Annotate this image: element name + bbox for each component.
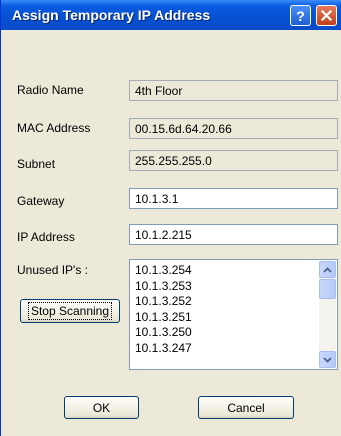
scroll-down-button[interactable] — [319, 351, 336, 368]
list-item[interactable]: 10.1.3.250 — [135, 325, 192, 341]
subnet-field: 255.255.255.0 — [129, 150, 338, 171]
stop-scanning-label: Stop Scanning — [27, 302, 113, 320]
chevron-up-icon — [323, 266, 332, 273]
unused-ips-list: 10.1.3.254 10.1.3.253 10.1.3.252 10.1.3.… — [135, 263, 192, 356]
radio-name-field: 4th Floor — [129, 80, 338, 101]
unused-ips-label: Unused IP's : — [17, 263, 88, 277]
list-item[interactable]: 10.1.3.254 — [135, 263, 192, 279]
radio-name-label: Radio Name — [17, 83, 84, 97]
help-button[interactable]: ? — [290, 5, 311, 26]
assign-ip-dialog: Assign Temporary IP Address ? Radio Name… — [0, 0, 341, 436]
chevron-down-icon — [323, 356, 332, 363]
help-icon: ? — [296, 7, 305, 24]
unused-ips-listbox[interactable]: 10.1.3.254 10.1.3.253 10.1.3.252 10.1.3.… — [129, 259, 338, 370]
ip-address-label: IP Address — [17, 230, 75, 244]
window-title: Assign Temporary IP Address — [12, 7, 211, 23]
ip-address-input[interactable]: 10.1.2.215 — [129, 224, 338, 245]
mac-address-label: MAC Address — [17, 121, 91, 135]
gateway-input[interactable]: 10.1.3.1 — [129, 188, 338, 209]
scroll-thumb[interactable] — [319, 279, 336, 299]
close-icon — [321, 10, 332, 21]
ok-button[interactable]: OK — [64, 396, 139, 419]
list-item[interactable]: 10.1.3.253 — [135, 279, 192, 295]
list-item[interactable]: 10.1.3.251 — [135, 310, 192, 326]
ok-label: OK — [92, 400, 111, 415]
vertical-scrollbar[interactable] — [319, 261, 336, 368]
close-button[interactable] — [316, 5, 337, 26]
list-item[interactable]: 10.1.3.252 — [135, 294, 192, 310]
subnet-label: Subnet — [17, 157, 56, 171]
scroll-up-button[interactable] — [319, 261, 336, 278]
title-bar[interactable]: Assign Temporary IP Address ? — [1, 0, 341, 30]
stop-scanning-button[interactable]: Stop Scanning — [20, 299, 120, 323]
cancel-button[interactable]: Cancel — [198, 396, 294, 419]
cancel-label: Cancel — [227, 400, 265, 415]
mac-address-field: 00.15.6d.64.20.66 — [129, 118, 338, 139]
list-item[interactable]: 10.1.3.247 — [135, 341, 192, 357]
gateway-label: Gateway — [17, 194, 65, 208]
